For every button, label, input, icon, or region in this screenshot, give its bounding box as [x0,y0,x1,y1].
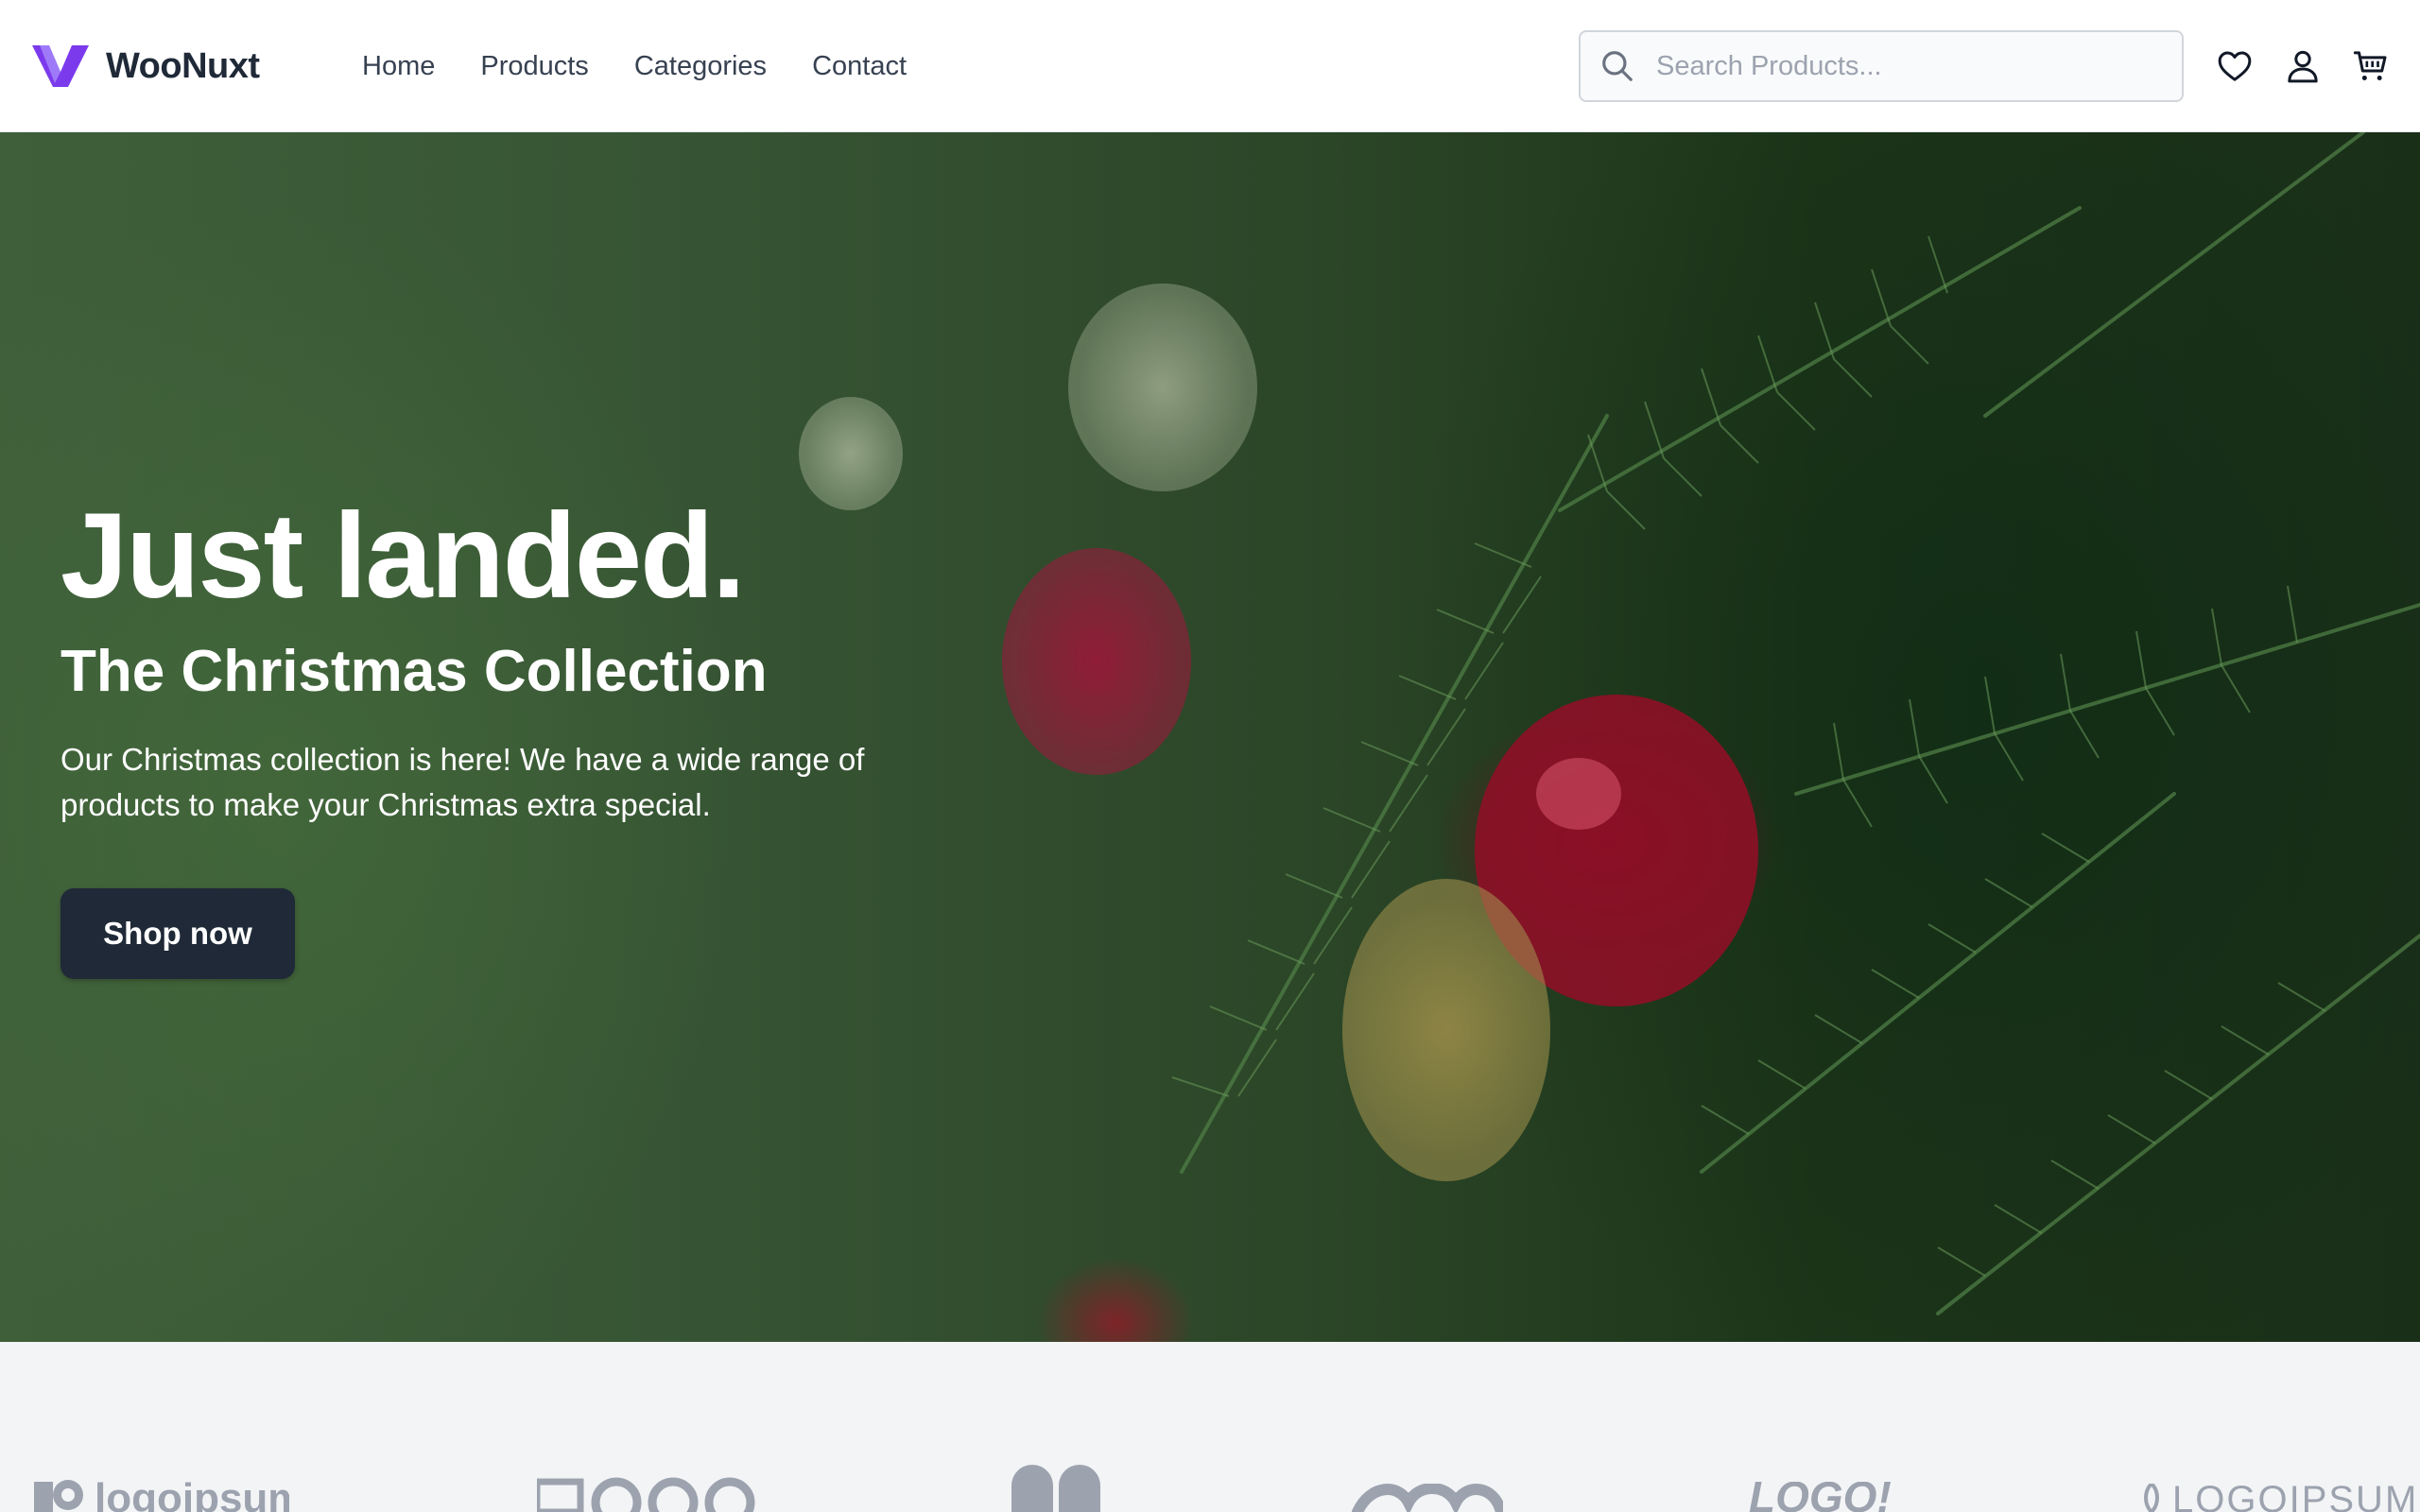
cart-button[interactable] [2352,47,2390,85]
logo-text: LOGO! [1749,1482,1891,1512]
search-box[interactable] [1579,30,2184,102]
brand-name: WooNuxt [106,45,260,86]
logo-exclaim-icon: LOGO! [1749,1482,1891,1512]
logo-infinity-icon [1352,1484,1503,1512]
search-icon [1602,51,1633,81]
nav-products[interactable]: Products [480,45,588,87]
main-nav: Home Products Categories Contact [362,45,952,87]
nav-home[interactable]: Home [362,45,435,87]
hero-description: Our Christmas collection is here! We hav… [60,742,865,822]
woonuxt-logo-icon [32,45,89,87]
search-input[interactable] [1654,49,2150,83]
logoipsum-caps-logo-icon: LOGOIPSUM [2144,1484,2418,1512]
wishlist-button[interactable] [2216,47,2254,85]
user-icon [2288,50,2318,83]
hero-subtitle: The Christmas Collection [60,639,768,704]
logo-text: LOGOIPSUM [2172,1484,2418,1512]
site-header: WooNuxt Home Products Categories Contact [0,0,2420,132]
brand-link[interactable]: WooNuxt [32,42,260,91]
account-button[interactable] [2284,47,2322,85]
nav-contact[interactable]: Contact [812,45,907,87]
logo-wordmark-icon [537,1477,755,1512]
brand-logos-strip: logoipsum LOGO! LOGOIPSUM [0,1342,2420,1512]
logo-mark-icon [1011,1465,1100,1512]
heart-icon [2218,51,2252,81]
hero-banner: Just landed. The Christmas Collection Ou… [0,132,2420,1342]
cart-icon [2353,51,2387,80]
logoipsum-logo-icon: logoipsum [34,1475,289,1512]
shop-now-button[interactable]: Shop now [60,888,295,979]
hero-title: Just landed. [60,489,746,624]
logo-text: logoipsum [95,1475,289,1512]
nav-categories[interactable]: Categories [634,45,767,87]
